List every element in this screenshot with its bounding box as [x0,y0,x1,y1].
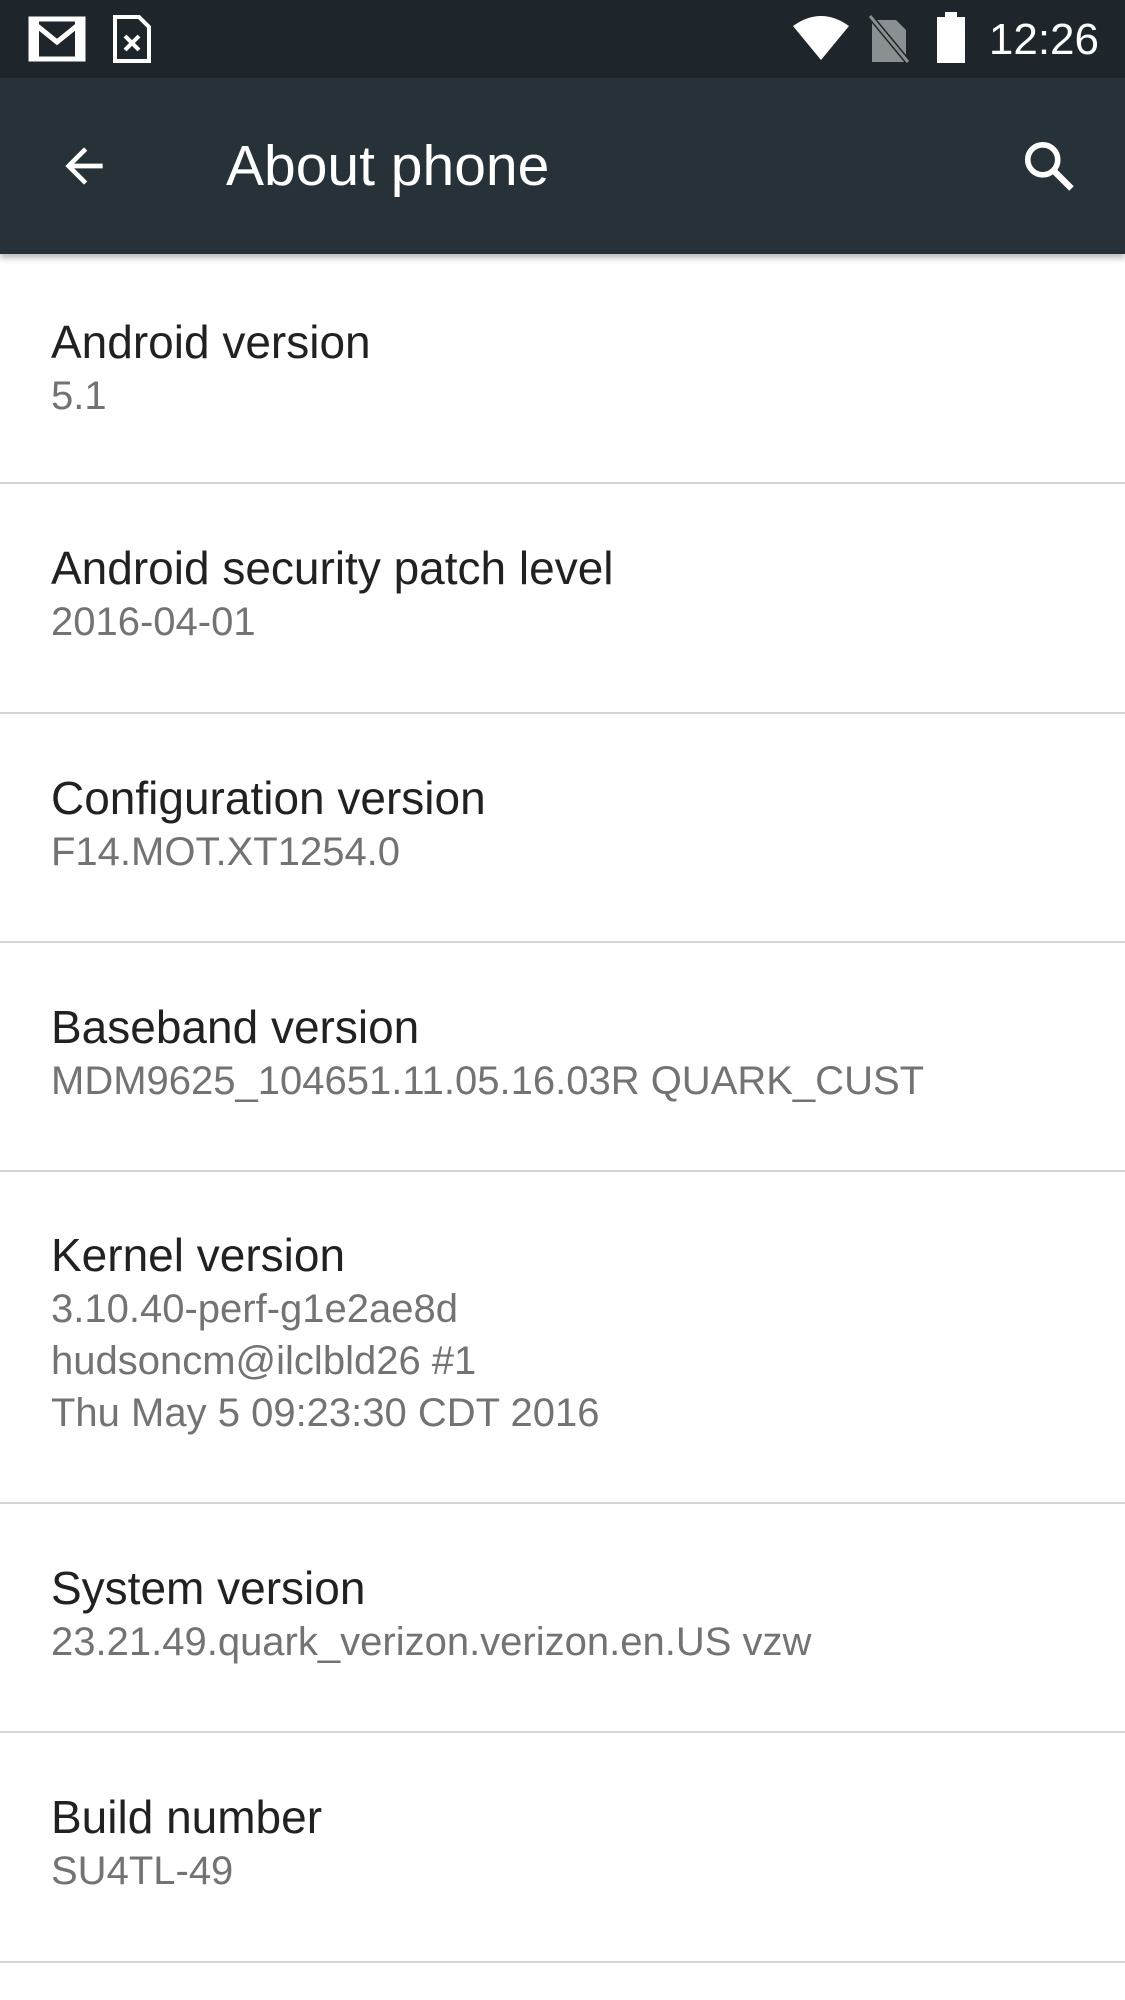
about-phone-list: Android version 5.1 Android security pat… [0,254,1125,1963]
gmail-icon [28,16,86,62]
item-title: Kernel version [51,1229,346,1281]
item-title: Android security patch level [51,542,614,594]
wifi-icon [793,16,849,60]
list-item-security-patch[interactable]: Android security patch level 2016-04-01 [0,484,1125,714]
item-title: Build number [51,1791,323,1843]
status-time: 12:26 [988,15,1099,64]
app-bar: About phone [0,78,1125,254]
item-value: MDM9625_104651.11.05.16.03R QUARK_CUST [51,1059,925,1103]
list-item-build-number[interactable]: Build number SU4TL-49 [0,1733,1125,1963]
page-title: About phone [226,134,550,198]
sim-card-error-icon [113,15,151,63]
item-value: F14.MOT.XT1254.0 [51,830,401,874]
status-bar: 12:26 [0,0,1125,78]
list-item-android-version[interactable]: Android version 5.1 [0,254,1125,484]
battery-icon [937,12,965,63]
back-button[interactable] [48,130,120,202]
list-item-system-version[interactable]: System version 23.21.49.quark_verizon.ve… [0,1504,1125,1733]
list-item-configuration-version[interactable]: Configuration version F14.MOT.XT1254.0 [0,714,1125,943]
item-value: 2016-04-01 [51,600,256,644]
arrow-back-icon [65,147,103,185]
no-sim-icon [868,14,910,64]
search-button[interactable] [1013,130,1085,202]
item-title: System version [51,1562,366,1614]
item-value: 23.21.49.quark_verizon.verizon.en.US vzw [51,1620,812,1664]
item-value: SU4TL-49 [51,1849,234,1893]
list-item-kernel-version[interactable]: Kernel version 3.10.40-perf-g1e2ae8d hud… [0,1172,1125,1504]
search-icon [1024,141,1074,191]
item-title: Baseband version [51,1001,420,1053]
list-item-baseband-version[interactable]: Baseband version MDM9625_104651.11.05.16… [0,943,1125,1172]
item-value: 3.10.40-perf-g1e2ae8d hudsoncm@ilclbld26… [51,1287,600,1435]
item-value: 5.1 [51,374,107,418]
item-title: Android version [51,316,371,368]
item-title: Configuration version [51,772,486,824]
